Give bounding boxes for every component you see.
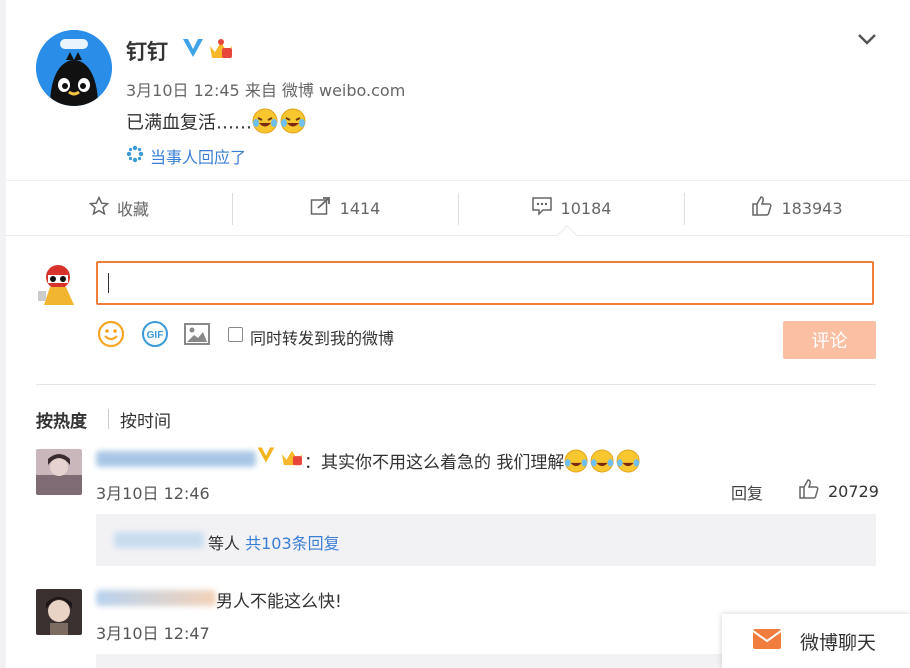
weibo-chat-widget[interactable]: 微博聊天 — [722, 614, 910, 668]
image-icon[interactable] — [182, 319, 212, 353]
replies-suffix: 等人 — [208, 534, 241, 553]
repost-button[interactable]: 1414 — [232, 181, 458, 235]
commenter-name-blurred[interactable] — [96, 451, 256, 467]
replies-summary[interactable]: 等人 共103条回复 — [96, 514, 876, 566]
reply-users-blurred — [114, 532, 204, 548]
sort-by-time-tab[interactable]: 按时间 — [120, 407, 171, 432]
sparkle-icon — [126, 145, 144, 167]
commenter-avatar[interactable] — [36, 449, 82, 495]
comment-input[interactable] — [96, 261, 874, 305]
laugh-cry-emoji-icon — [590, 448, 616, 478]
vip-crown-icon[interactable] — [208, 38, 234, 64]
favorite-button[interactable]: 收藏 — [6, 181, 232, 235]
comment-icon — [531, 196, 553, 220]
commenter-avatar[interactable] — [36, 589, 82, 635]
post-meta: 3月10日 12:45 来自 微博 weibo.com — [126, 81, 406, 100]
svg-text:GIF: GIF — [147, 330, 164, 341]
thumbs-up-icon — [798, 479, 820, 503]
text-cursor — [108, 273, 109, 293]
author-name[interactable]: 钉钉 — [126, 36, 168, 66]
view-replies-link[interactable]: 共103条回复 — [245, 534, 340, 553]
favorite-label: 收藏 — [116, 200, 149, 219]
verified-v-icon — [181, 37, 205, 63]
my-avatar[interactable] — [36, 261, 82, 307]
comment-like-count: 20729 — [828, 481, 879, 501]
commenter-name-blurred[interactable] — [96, 590, 216, 606]
chevron-down-icon[interactable] — [856, 28, 878, 54]
comment-time: 3月10日 12:47 — [96, 624, 210, 643]
repost-icon — [310, 196, 332, 220]
comment-button[interactable]: 10184 — [458, 181, 684, 235]
like-button[interactable]: 183943 — [684, 181, 910, 235]
laugh-cry-emoji-icon — [616, 448, 642, 478]
vip-crown-icon — [280, 447, 304, 471]
laugh-cry-emoji-icon — [252, 108, 280, 139]
comment-text: 男人不能这么快! — [216, 592, 342, 612]
submit-comment-button[interactable]: 评论 — [783, 321, 876, 359]
emoji-icon[interactable] — [96, 319, 126, 353]
sort-by-hot-tab[interactable]: 按热度 — [36, 407, 87, 432]
replies-summary-text: 等人 共103条回复 — [208, 530, 340, 554]
envelope-icon — [752, 627, 782, 655]
responded-link[interactable]: 当事人回应了 — [126, 144, 246, 168]
comment-section: GIF 同时转发到我的微博 评论 按热度 按时间 ：其实你不用这么着急的 我们理… — [6, 237, 910, 668]
comment-like-button[interactable]: 20729 — [798, 479, 879, 503]
responded-label: 当事人回应了 — [150, 148, 247, 167]
comment-text-content: ：其实你不用这么着急的 我们理解 — [304, 453, 565, 473]
post-text-content: 已满血复活…… — [126, 112, 252, 134]
forward-label: 同时转发到我的微博 — [250, 329, 395, 348]
laugh-cry-emoji-icon — [564, 448, 590, 478]
comment-count: 10184 — [560, 198, 612, 218]
repost-count: 1414 — [339, 198, 381, 218]
divider — [36, 384, 876, 385]
like-count: 183943 — [781, 198, 843, 218]
chat-label: 微博聊天 — [800, 631, 877, 654]
comment-time: 3月10日 12:46 — [96, 484, 210, 503]
sort-divider — [108, 409, 109, 429]
author-avatar[interactable] — [36, 30, 112, 106]
post-text: 已满血复活…… — [126, 108, 308, 139]
action-bar: 收藏 1414 10184 183943 — [6, 180, 910, 236]
weibo-post-card: 钉钉 3月10日 12:45 来自 微博 weibo.com 已满血复活…… 当… — [6, 0, 910, 668]
comment-text: ：其实你不用这么着急的 我们理解 — [304, 448, 642, 478]
gif-icon[interactable]: GIF — [140, 319, 170, 353]
reply-button[interactable]: 回复 — [731, 480, 763, 504]
forward-checkbox[interactable] — [228, 327, 243, 342]
star-icon — [88, 195, 110, 220]
verified-v-icon — [256, 445, 276, 469]
laugh-cry-emoji-icon — [280, 108, 308, 139]
thumbs-up-icon — [751, 196, 773, 220]
